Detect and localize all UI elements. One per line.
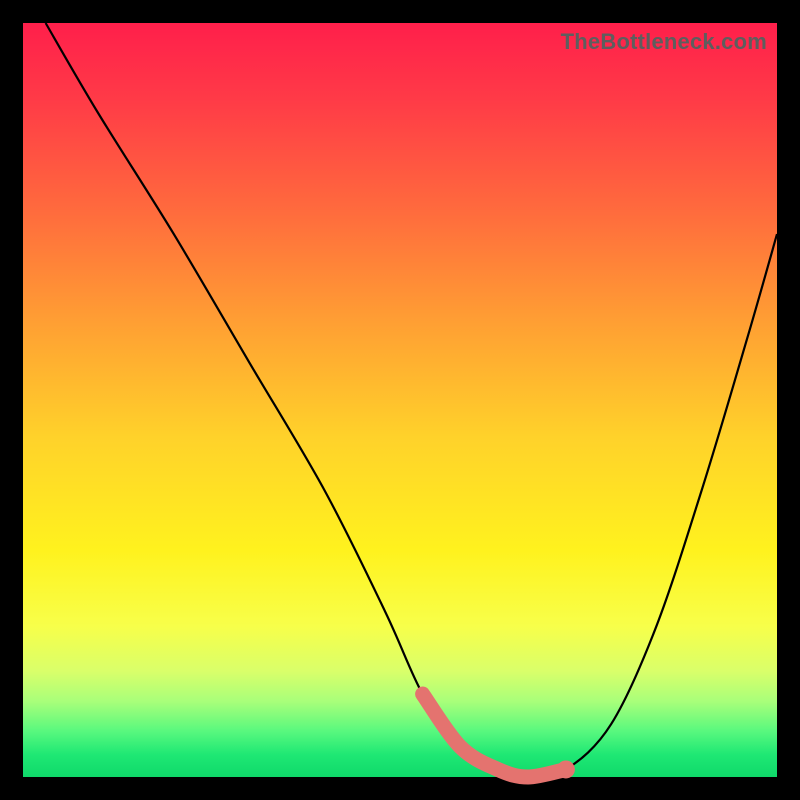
optimal-zone-highlight — [423, 694, 566, 777]
chart-frame: TheBottleneck.com — [0, 0, 800, 800]
plot-area: TheBottleneck.com — [23, 23, 777, 777]
bottleneck-curve — [46, 23, 777, 777]
curve-layer — [23, 23, 777, 777]
optimal-zone-end-dot — [557, 760, 575, 778]
